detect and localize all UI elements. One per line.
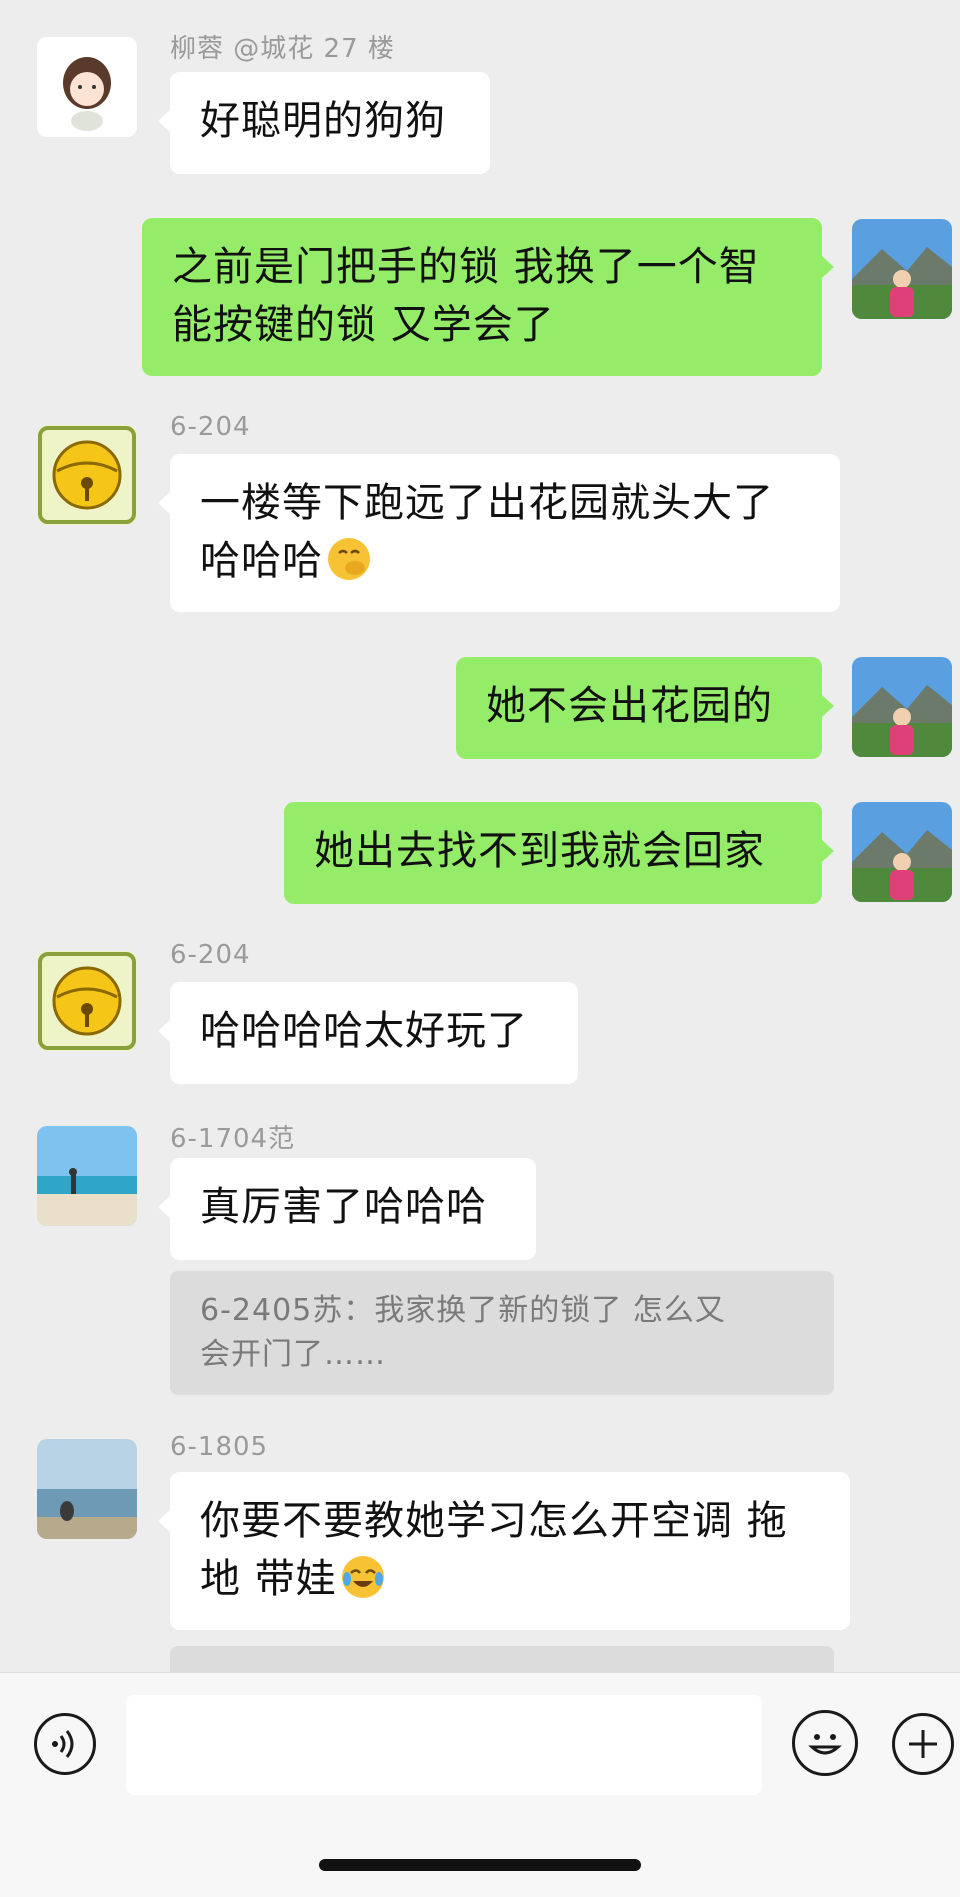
message-text-line: 你要不要教她学习怎么开空调 拖	[200, 1498, 788, 1544]
message-text: 她出去找不到我就会回家	[314, 828, 765, 874]
avatar-liurong[interactable]	[37, 37, 137, 137]
avatar-beach[interactable]	[37, 1126, 137, 1226]
message-bubble-outgoing[interactable]: 之前是门把手的锁 我换了一个智 能按键的锁 又学会了	[142, 218, 834, 376]
sender-name: 6-1805	[170, 1432, 269, 1462]
message-text-line: 地 带娃	[200, 1556, 337, 1602]
sender-name: 6-1704范	[170, 1124, 296, 1154]
message-bubble-outgoing[interactable]: 她出去找不到我就会回家	[284, 802, 834, 904]
message-bubble[interactable]: 你要不要教她学习怎么开空调 拖 地 带娃	[158, 1472, 850, 1630]
quoted-text-line: 会开门了……	[200, 1337, 386, 1372]
voice-input-icon	[52, 1730, 74, 1758]
avatar-self[interactable]	[852, 219, 952, 319]
voice-input-button[interactable]	[34, 1713, 96, 1775]
chat-area[interactable]: 柳蓉 @城花 27 楼 好聪明的狗狗 之前是门把手的锁 我换了一个智 能按键的锁…	[0, 0, 960, 1672]
message-text: 好聪明的狗狗	[200, 98, 446, 144]
avatar-bell[interactable]	[37, 951, 137, 1051]
sender-name: 6-204	[170, 412, 251, 442]
message-bubble[interactable]: 好聪明的狗狗	[158, 72, 490, 174]
hand-over-mouth-emoji	[328, 538, 370, 580]
plus-icon	[909, 1730, 937, 1758]
tears-of-joy-emoji	[341, 1556, 384, 1598]
message-input[interactable]	[126, 1695, 762, 1795]
quoted-message-partial[interactable]	[170, 1646, 834, 1672]
quoted-text-line: 6-2405苏：我家换了新的锁了 怎么又	[200, 1293, 726, 1328]
quoted-message[interactable]: 6-2405苏：我家换了新的锁了 怎么又 会开门了……	[170, 1271, 834, 1395]
home-indicator[interactable]	[319, 1859, 641, 1871]
emoji-icon	[808, 1734, 842, 1755]
message-bubble[interactable]: 哈哈哈哈太好玩了	[158, 982, 578, 1084]
input-bar	[0, 1672, 960, 1897]
avatar-lake[interactable]	[37, 1439, 137, 1539]
more-button[interactable]	[892, 1713, 954, 1775]
sender-name: 6-204	[170, 940, 251, 970]
message-text-line: 一楼等下跑远了出花园就头大了	[200, 480, 774, 526]
emoji-button[interactable]	[792, 1710, 858, 1776]
message-bubble-outgoing[interactable]: 她不会出花园的	[456, 657, 834, 759]
message-text: 真厉害了哈哈哈	[200, 1184, 487, 1230]
avatar-self[interactable]	[852, 657, 952, 757]
avatar-self[interactable]	[852, 802, 952, 902]
message-text: 她不会出花园的	[486, 683, 773, 729]
sender-name: 柳蓉 @城花 27 楼	[170, 34, 395, 64]
message-text: 哈哈哈哈太好玩了	[200, 1008, 528, 1054]
message-text-line: 能按键的锁 又学会了	[172, 302, 555, 348]
message-text-line: 哈哈哈	[200, 538, 323, 584]
message-bubble[interactable]: 真厉害了哈哈哈	[158, 1158, 536, 1260]
message-bubble[interactable]: 一楼等下跑远了出花园就头大了 哈哈哈	[158, 454, 840, 612]
avatar-bell[interactable]	[37, 425, 137, 525]
message-text-line: 之前是门把手的锁 我换了一个智	[172, 244, 760, 290]
